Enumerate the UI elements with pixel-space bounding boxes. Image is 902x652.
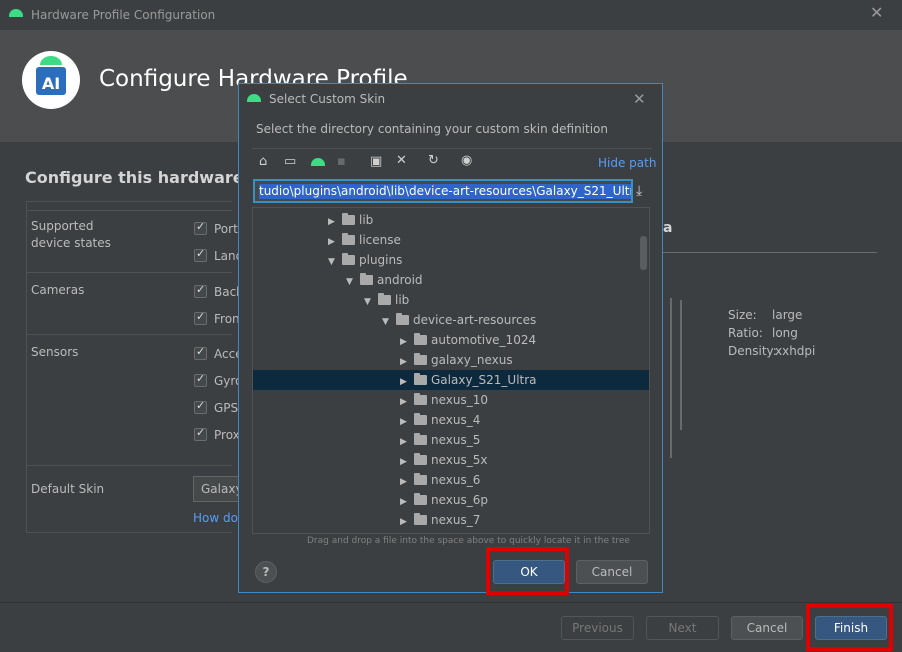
size-value: large xyxy=(772,308,803,322)
tree-scrollbar[interactable] xyxy=(640,236,647,270)
android-studio-icon xyxy=(9,9,23,17)
gps-checkbox[interactable] xyxy=(194,399,207,414)
folder-icon xyxy=(414,513,427,525)
tree-node[interactable]: ▼ android xyxy=(346,270,423,290)
density-value: xxhdpi xyxy=(775,344,816,358)
gyroscope-checkbox[interactable] xyxy=(194,372,207,387)
window-title: Hardware Profile Configuration xyxy=(31,8,216,22)
device-preview-edge xyxy=(680,300,682,430)
tree-node[interactable]: ▶ nexus_5x xyxy=(400,450,487,470)
directory-tree[interactable]: ▶ lib ▶ license ▼ plugins ▼ android ▼ lib ▼ de… xyxy=(252,207,650,534)
tree-node-selected[interactable]: ▶ Galaxy_S21_Ultra xyxy=(253,370,649,390)
dialog-close-icon[interactable]: ✕ xyxy=(633,90,646,108)
android-studio-logo: AI xyxy=(22,51,80,109)
tree-node[interactable]: ▶ lib xyxy=(328,210,373,230)
home-icon[interactable]: ⌂ xyxy=(259,154,267,169)
tree-node[interactable]: ▼ lib xyxy=(364,290,409,310)
folder-icon xyxy=(414,353,427,365)
folder-icon xyxy=(414,433,427,445)
supported-states-label-2: device states xyxy=(31,236,111,250)
path-input[interactable]: tudio\plugins\android\lib\device-art-res… xyxy=(253,179,633,203)
desktop-icon[interactable]: ▭ xyxy=(284,154,296,169)
tree-node[interactable]: ▶ nexus_6p xyxy=(400,490,488,510)
folder-icon xyxy=(414,453,427,465)
tree-node[interactable]: ▶ nexus_7 xyxy=(400,510,480,530)
ratio-key: Ratio: xyxy=(728,326,763,340)
divider xyxy=(27,465,232,466)
tree-node[interactable]: ▶ galaxy_nexus xyxy=(400,350,513,370)
divider xyxy=(27,210,232,211)
portrait-checkbox[interactable] xyxy=(194,220,207,235)
show-hidden-icon[interactable]: ◉ xyxy=(461,153,472,168)
tree-node[interactable]: ▼ plugins xyxy=(328,250,402,270)
tree-node[interactable]: ▶ nexus_4 xyxy=(400,410,480,430)
cancel-button[interactable]: Cancel xyxy=(731,616,803,640)
svg-text:AI: AI xyxy=(42,74,60,93)
gps-label: GPS xyxy=(214,401,239,415)
size-key: Size: xyxy=(728,308,757,322)
android-icon xyxy=(247,94,261,102)
new-folder-icon[interactable]: ▣ xyxy=(370,154,382,169)
folder-icon xyxy=(396,313,409,325)
front-camera-label: Fron xyxy=(214,312,240,326)
window-close-icon[interactable]: ✕ xyxy=(870,5,884,21)
proximity-checkbox[interactable] xyxy=(194,426,207,441)
proximity-label: Prox xyxy=(214,428,240,442)
device-name-partial: a xyxy=(663,220,673,236)
next-button[interactable]: Next xyxy=(646,616,719,640)
android-project-icon[interactable] xyxy=(311,158,325,166)
default-skin-label: Default Skin xyxy=(31,482,105,496)
divider xyxy=(27,272,232,273)
hide-path-link[interactable]: Hide path xyxy=(598,156,656,170)
folder-icon xyxy=(360,273,373,285)
dialog-description: Select the directory containing your cus… xyxy=(256,122,608,136)
folder-icon xyxy=(342,253,355,265)
previous-button[interactable]: Previous xyxy=(561,616,634,640)
folder-icon xyxy=(414,333,427,345)
dialog-title: Select Custom Skin xyxy=(269,92,386,106)
help-button[interactable]: ? xyxy=(255,561,277,583)
refresh-icon[interactable]: ↻ xyxy=(428,153,439,168)
tree-node[interactable]: ▶ license xyxy=(328,230,401,250)
tree-node[interactable]: ▶ automotive_1024 xyxy=(400,330,536,350)
tree-node[interactable]: ▶ nexus_5 xyxy=(400,430,480,450)
landscape-checkbox[interactable] xyxy=(194,247,207,262)
drag-drop-hint: Drag and drop a file into the space abov… xyxy=(307,536,630,546)
finish-highlight-box xyxy=(806,604,893,651)
folder-icon xyxy=(414,493,427,505)
cameras-label: Cameras xyxy=(31,283,85,297)
ok-highlight-box xyxy=(486,547,569,595)
sensors-label: Sensors xyxy=(31,345,79,359)
tree-node[interactable]: ▼ device-art-resources xyxy=(382,310,536,330)
density-key: Density: xyxy=(728,344,777,358)
folder-icon xyxy=(414,393,427,405)
module-folder-icon[interactable]: ▪ xyxy=(337,154,346,169)
device-preview-frame xyxy=(665,298,672,458)
supported-states-label: Supported xyxy=(31,219,94,233)
path-input-text: tudio\plugins\android\lib\device-art-res… xyxy=(259,184,631,199)
how-to-link[interactable]: How do xyxy=(193,511,238,525)
folder-icon xyxy=(414,413,427,425)
folder-icon xyxy=(414,373,427,385)
accelerometer-checkbox[interactable] xyxy=(194,345,207,360)
delete-icon[interactable]: ✕ xyxy=(396,153,407,168)
folder-icon xyxy=(342,213,355,225)
tree-node[interactable]: ▶ nexus_10 xyxy=(400,390,488,410)
ratio-value: long xyxy=(772,326,798,340)
back-camera-checkbox[interactable] xyxy=(194,283,207,298)
tree-node[interactable]: ▶ nexus_6 xyxy=(400,470,480,490)
front-camera-checkbox[interactable] xyxy=(194,310,207,325)
folder-icon xyxy=(378,293,391,305)
dialog-cancel-button[interactable]: Cancel xyxy=(576,560,648,584)
folder-icon xyxy=(414,473,427,485)
folder-icon xyxy=(342,233,355,245)
download-icon[interactable]: ⤓ xyxy=(636,183,642,199)
divider xyxy=(27,334,232,335)
